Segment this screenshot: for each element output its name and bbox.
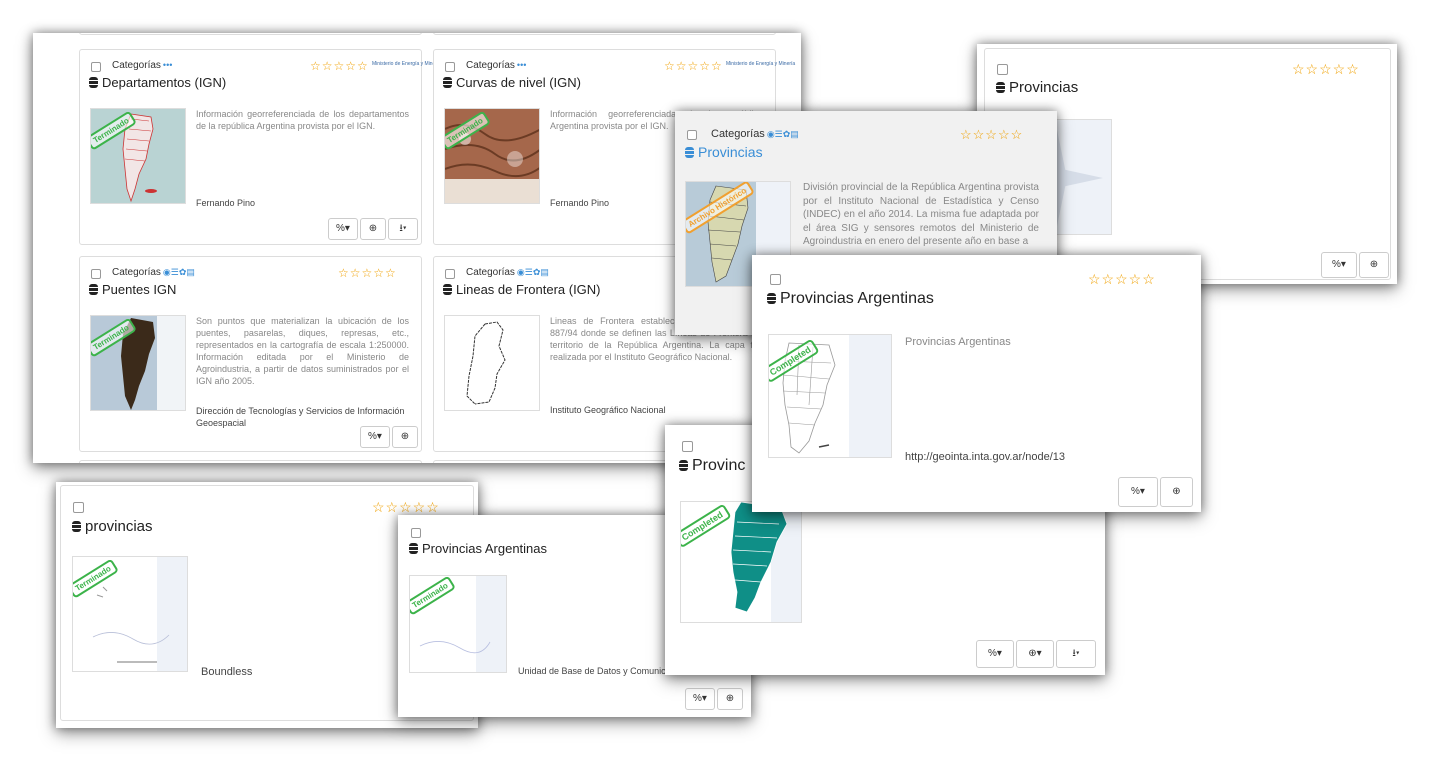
category-icons: ◉☰✿▤ (516, 267, 549, 277)
dataset-author: Fernando Pino (550, 198, 610, 208)
dataset-title[interactable]: provincias (72, 518, 153, 535)
map-thumbnail[interactable]: Completed (680, 501, 802, 623)
dataset-author: Unidad de Base de Datos y Comunic (518, 666, 666, 676)
view-map-button[interactable]: ⊕ (1160, 477, 1193, 507)
dataset-card: Categorías ◉☰✿▤ ☆☆☆☆☆ Puentes IGN Termina… (79, 256, 422, 452)
ministry-logo: Ministerio de Energía y Minería (726, 61, 796, 67)
links-menu-button[interactable]: %▾ (328, 218, 358, 240)
dataset-author: Instituto Geográfico Nacional (550, 405, 666, 415)
more-categories-icon: ••• (162, 60, 173, 70)
select-checkbox[interactable] (91, 62, 101, 72)
argentina-map-thumbnail (122, 113, 157, 203)
previous-card-remnant (433, 33, 776, 35)
select-checkbox[interactable] (770, 274, 781, 285)
dataset-title[interactable]: Provincias Argentinas (409, 541, 547, 556)
view-map-button[interactable]: ⊕ (392, 426, 418, 448)
more-categories-icon: ••• (516, 60, 527, 70)
select-checkbox[interactable] (445, 269, 455, 279)
database-icon (443, 77, 452, 88)
select-checkbox[interactable] (687, 130, 697, 140)
select-checkbox[interactable] (682, 441, 693, 452)
dataset-author: Boundless (201, 666, 253, 678)
rating-stars[interactable]: ☆☆☆☆☆ (664, 59, 723, 73)
map-thumbnail[interactable]: Terminado (409, 575, 507, 673)
view-map-button[interactable]: ⊕ (360, 218, 386, 240)
map-thumbnail[interactable]: Terminado (72, 556, 188, 672)
dataset-title[interactable]: Provincias (685, 144, 763, 160)
categories-label: Categorías ◉☰✿▤ (711, 128, 799, 140)
database-icon (89, 77, 98, 88)
select-checkbox[interactable] (997, 64, 1008, 75)
dataset-card: Categorías ••• ☆☆☆☆☆ Ministerio de Energí… (79, 49, 441, 245)
database-icon (443, 284, 452, 295)
ministry-logo: Ministerio de Energía y Minería (372, 61, 442, 67)
terrain-map-thumbnail (445, 109, 539, 179)
rating-stars[interactable]: ☆☆☆☆☆ (1292, 61, 1360, 78)
categories-label: Categorías ◉☰✿▤ (112, 267, 195, 278)
links-menu-button[interactable]: %▾ (1118, 477, 1158, 507)
links-menu-button[interactable]: %▾ (685, 688, 715, 710)
next-card-remnant (79, 460, 422, 463)
database-icon (996, 82, 1005, 93)
previous-card-remnant (79, 33, 422, 35)
select-checkbox[interactable] (91, 269, 101, 279)
dataset-author: Fernando Pino (196, 198, 256, 208)
dataset-description: División provincial de la República Arge… (803, 182, 1039, 247)
screenshot-provincias-argentinas-big: ☆☆☆☆☆ Provincias Argentinas Completed Pr… (752, 255, 1201, 512)
dataset-author: http://geointa.inta.gov.ar/node/13 (905, 451, 1066, 463)
categories-label: Categorías ◉☰✿▤ (466, 267, 549, 278)
categories-label: Categorías ••• (466, 60, 527, 71)
dataset-title[interactable]: Lineas de Frontera (IGN) (443, 282, 601, 297)
categories-label: Categorías ••• (112, 60, 173, 71)
dataset-title[interactable]: Departamentos (IGN) (89, 75, 226, 90)
map-thumbnail[interactable]: Terminado (90, 315, 186, 411)
download-menu-button[interactable]: ⭳▾ (388, 218, 418, 240)
database-icon (409, 543, 418, 554)
map-thumbnail[interactable] (444, 315, 540, 411)
database-icon (72, 521, 81, 532)
argentina-map-thumbnail (91, 316, 185, 410)
links-menu-button[interactable]: %▾ (976, 640, 1014, 668)
rating-stars[interactable]: ☆☆☆☆☆ (372, 499, 440, 516)
database-icon (685, 147, 694, 158)
view-map-button[interactable]: ⊕ (1359, 252, 1389, 278)
rating-stars[interactable]: ☆☆☆☆☆ (1088, 271, 1156, 288)
map-thumbnail[interactable]: Completed (768, 334, 892, 458)
map-thumbnail[interactable]: Terminado (90, 108, 186, 204)
dataset-title[interactable]: Provincias Argentinas (767, 290, 934, 308)
links-menu-button[interactable]: %▾ (1321, 252, 1357, 278)
view-map-button[interactable]: ⊕ (717, 688, 743, 710)
view-map-menu-button[interactable]: ⊕▾ (1016, 640, 1054, 668)
map-thumbnail[interactable]: Terminado (444, 108, 540, 204)
dataset-description: Provincias Argentinas (905, 336, 1011, 348)
dataset-description: Información georreferenciada de los depa… (196, 109, 409, 131)
dataset-title[interactable]: Provincias (996, 79, 1078, 96)
database-icon (89, 284, 98, 295)
dataset-title[interactable]: Provinc (679, 457, 745, 475)
dataset-title[interactable]: Curvas de nivel (IGN) (443, 75, 581, 90)
select-checkbox[interactable] (73, 502, 84, 513)
rating-stars[interactable]: ☆☆☆☆☆ (338, 266, 397, 280)
dataset-description: Son puntos que materializan la ubicación… (196, 316, 409, 386)
border-lines-thumbnail (466, 321, 506, 405)
select-checkbox[interactable] (445, 62, 455, 72)
rating-stars[interactable]: ☆☆☆☆☆ (960, 127, 1023, 143)
database-icon (679, 460, 688, 471)
category-icons: ◉☰✿▤ (162, 267, 195, 277)
rating-stars[interactable]: ☆☆☆☆☆ (310, 59, 369, 73)
links-menu-button[interactable]: %▾ (360, 426, 390, 448)
download-menu-button[interactable]: ⭳▾ (1056, 640, 1096, 668)
database-icon (767, 293, 776, 304)
dataset-title[interactable]: Puentes IGN (89, 282, 176, 297)
select-checkbox[interactable] (411, 528, 421, 538)
category-icons: ◉☰✿▤ (766, 129, 799, 139)
